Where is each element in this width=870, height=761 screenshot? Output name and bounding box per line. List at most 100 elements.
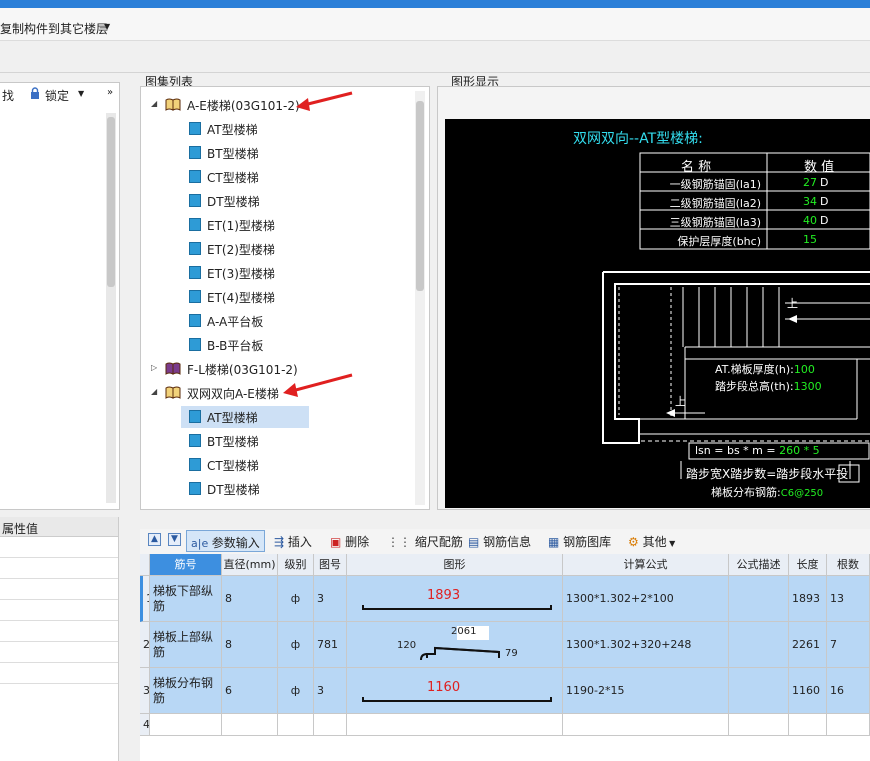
property-row[interactable] [0, 642, 118, 663]
tree-item[interactable]: BT型楼梯 [181, 430, 301, 452]
grid-cell[interactable] [314, 714, 347, 736]
column-header[interactable]: 筋号 [150, 554, 222, 576]
grid-cell[interactable]: 1190-2*15 [563, 668, 729, 714]
expand-more-icon[interactable]: » [107, 87, 113, 98]
column-header[interactable]: 公式描述 [729, 554, 789, 576]
grid-cell[interactable] [729, 576, 789, 622]
rebar-library-button[interactable]: ▦ 钢筋图库 [548, 533, 611, 550]
document-icon [189, 122, 201, 135]
column-header[interactable]: 根数 [827, 554, 870, 576]
tree-item-label: A-A平台板 [207, 315, 264, 329]
find-button[interactable]: 找 [2, 87, 14, 104]
chevron-down-icon[interactable]: ▼ [104, 22, 110, 31]
lock-button[interactable]: 锁定 [45, 87, 69, 104]
expanded-arrow-icon[interactable]: ◢ [151, 99, 157, 108]
grid-cell[interactable]: 781 [314, 622, 347, 668]
lsn-value: 260 * 5 [779, 444, 820, 457]
lock-icon[interactable] [30, 87, 40, 99]
property-row[interactable] [0, 537, 118, 558]
grid-cell[interactable]: ф [278, 576, 314, 622]
move-down-icon[interactable]: ▼ [168, 533, 181, 546]
tree-item[interactable]: CT型楼梯 [181, 166, 301, 188]
document-icon [189, 146, 201, 159]
grid-cell[interactable]: 1300*1.302+2*100 [563, 576, 729, 622]
property-row[interactable] [0, 558, 118, 579]
tree-item[interactable]: AT型楼梯 [181, 118, 301, 140]
grid-cell[interactable]: 梯板上部纵筋 [150, 622, 222, 668]
grid-cell[interactable] [222, 714, 278, 736]
drawing-canvas[interactable]: 双网双向--AT型楼梯: 名 称 数 值 一级钢筋锚固(la1) 27 D 二级钢筋锚… [445, 119, 870, 508]
grid-cell[interactable]: 1300*1.302+320+248 [563, 622, 729, 668]
grid-cell[interactable] [563, 714, 729, 736]
grid-cell[interactable]: 8 [222, 622, 278, 668]
grid-cell[interactable]: 3 [314, 576, 347, 622]
grid-cell[interactable] [729, 668, 789, 714]
expanded-arrow-icon[interactable]: ◢ [151, 387, 157, 396]
grid-cell[interactable] [150, 714, 222, 736]
grid-cell[interactable]: ф [278, 622, 314, 668]
tree-item[interactable]: ET(1)型楼梯 [181, 214, 301, 236]
grid-cell[interactable]: 1893 [347, 576, 563, 622]
delete-button[interactable]: ▣ 删除 [330, 533, 369, 550]
drawing-title: 双网双向--AT型楼梯: [573, 131, 703, 147]
tree-item[interactable]: ET(2)型楼梯 [181, 238, 301, 260]
grid-cell[interactable]: 1160 [347, 668, 563, 714]
scale-rebar-button[interactable]: ⋮⋮ 缩尺配筋 [387, 533, 463, 550]
tree-item[interactable]: B-B平台板 [181, 334, 301, 356]
grid-cell[interactable]: 梯板下部纵筋 [150, 576, 222, 622]
tree-item[interactable]: AT型楼梯 [181, 406, 309, 428]
column-header[interactable]: 图形 [347, 554, 563, 576]
properties-scrollbar[interactable] [118, 517, 132, 761]
tree-item[interactable]: ET(3)型楼梯 [181, 262, 301, 284]
grid-cell[interactable]: 3 [314, 668, 347, 714]
tree-item[interactable]: DT型楼梯 [181, 190, 301, 212]
grid-cell[interactable]: 13 [827, 576, 870, 622]
chevron-down-icon[interactable]: ▼ [78, 89, 84, 98]
tree-group[interactable]: ◢ A-E楼梯(03G101-2) [149, 94, 409, 116]
scroll-thumb[interactable] [416, 101, 424, 291]
grid-cell[interactable]: 16 [827, 668, 870, 714]
other-button[interactable]: ⚙ 其他 ▼ [628, 533, 675, 550]
property-row[interactable] [0, 579, 118, 600]
column-header[interactable]: 图号 [314, 554, 347, 576]
grid-cell[interactable]: 6 [222, 668, 278, 714]
tree-item[interactable]: ET(4)型楼梯 [181, 286, 301, 308]
rebar-shape-right: 79 [505, 648, 518, 659]
move-up-icon[interactable]: ▲ [148, 533, 161, 546]
column-header[interactable]: 长度 [789, 554, 827, 576]
grid-cell[interactable]: ф [278, 668, 314, 714]
column-header[interactable]: 级别 [278, 554, 314, 576]
tree-item[interactable]: CT型楼梯 [181, 454, 301, 476]
scroll-thumb[interactable] [107, 117, 115, 287]
grid-cell[interactable]: 8 [222, 576, 278, 622]
column-header[interactable]: 直径(mm) [222, 554, 278, 576]
rebar-info-button[interactable]: ▤ 钢筋信息 [468, 533, 531, 550]
grid-cell[interactable]: 2261 [789, 622, 827, 668]
tree-item[interactable]: DT型楼梯 [181, 478, 301, 500]
property-row[interactable] [0, 600, 118, 621]
left-panel-scrollbar[interactable] [106, 113, 116, 503]
grid-cell[interactable]: 120 2061 79 [347, 622, 563, 668]
grid-cell[interactable] [729, 622, 789, 668]
tree-item[interactable]: A-A平台板 [181, 310, 301, 332]
column-header[interactable] [140, 554, 150, 576]
property-row[interactable] [0, 663, 118, 684]
grid-cell[interactable] [789, 714, 827, 736]
book-icon [165, 362, 181, 375]
grid-cell[interactable]: 7 [827, 622, 870, 668]
column-header[interactable]: 计算公式 [563, 554, 729, 576]
grid-cell[interactable]: 梯板分布钢筋 [150, 668, 222, 714]
tree-item[interactable]: BT型楼梯 [181, 142, 301, 164]
property-row[interactable] [0, 621, 118, 642]
collapsed-arrow-icon[interactable]: ▷ [151, 363, 157, 372]
grid-cell[interactable]: 1893 [789, 576, 827, 622]
param-input-button[interactable]: a|e 参数输入 [186, 530, 265, 552]
copy-to-floor-menu[interactable]: 复制构件到其它楼层 [0, 20, 108, 37]
grid-cell[interactable]: 1160 [789, 668, 827, 714]
grid-cell[interactable] [729, 714, 789, 736]
tree-scrollbar[interactable] [415, 91, 425, 505]
insert-button[interactable]: ⇶ 插入 [274, 533, 312, 550]
grid-cell[interactable] [278, 714, 314, 736]
grid-cell[interactable] [827, 714, 870, 736]
grid-cell[interactable] [347, 714, 563, 736]
